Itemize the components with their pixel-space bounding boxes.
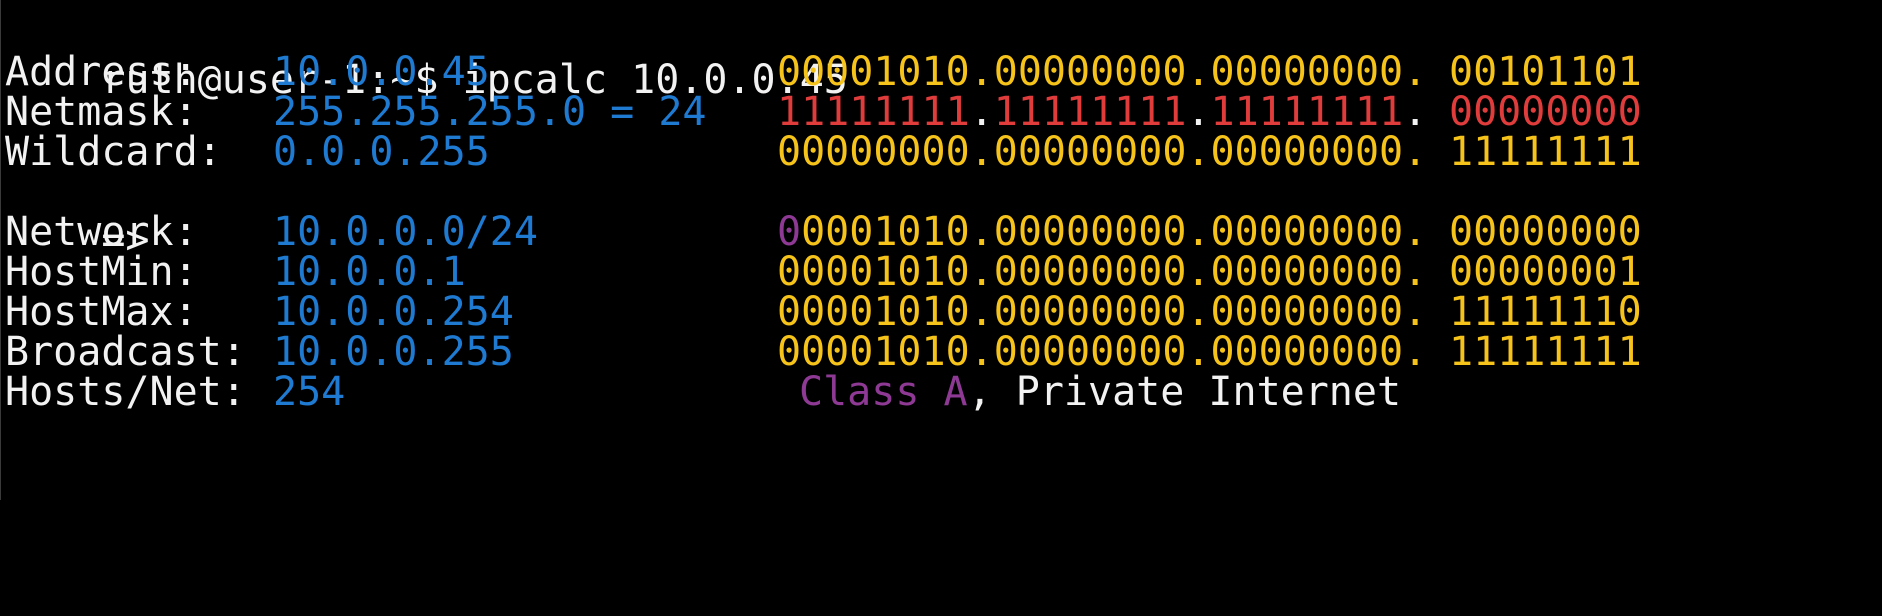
- wildcard-binary-network: 00000000.00000000.00000000.: [777, 129, 1428, 175]
- wildcard-binary-host: 11111111: [1449, 129, 1642, 175]
- hosts-net-row: Hosts/Net: 254 Class A, Private Internet: [5, 368, 1805, 416]
- class-description: , Private Internet: [967, 369, 1402, 415]
- terminal-window[interactable]: ruth@user-1:~$ ipcalc 10.0.0.45 Address:…: [0, 0, 1882, 500]
- wildcard-row: Wildcard: 0.0.0.255 00000000.00000000.00…: [5, 128, 1805, 176]
- class-label: Class A: [799, 369, 968, 415]
- network-class-info: Class A, Private Internet: [799, 368, 1401, 416]
- wildcard-value: 0.0.0.255: [273, 129, 490, 175]
- hosts-net-value: 254: [273, 369, 346, 415]
- hosts-net-label: Hosts/Net:: [5, 369, 246, 415]
